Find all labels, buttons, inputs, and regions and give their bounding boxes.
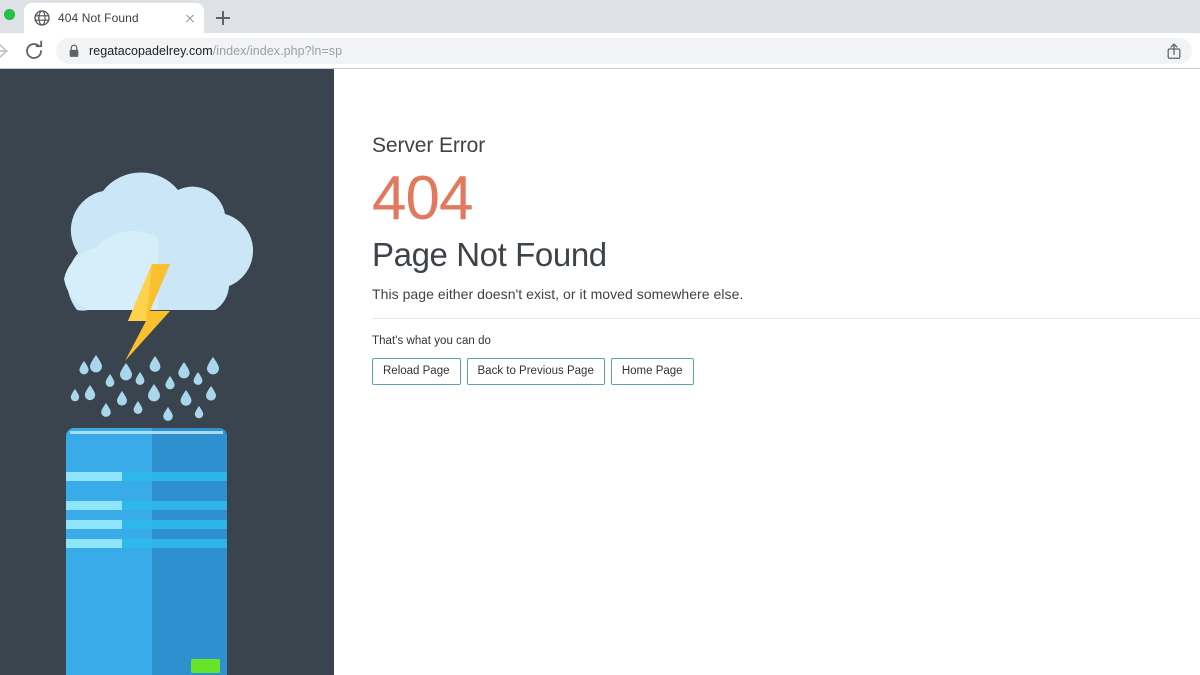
server-error-label: Server Error <box>372 134 486 157</box>
lock-icon <box>69 44 79 57</box>
browser-toolbar: regatacopadelrey.com/index/index.php?ln=… <box>0 33 1200 68</box>
reload-icon[interactable] <box>20 37 48 65</box>
server-tower <box>66 428 227 675</box>
back-to-previous-page-button[interactable]: Back to Previous Page <box>466 358 605 386</box>
page-title: Page Not Found <box>372 236 607 274</box>
reload-page-button[interactable]: Reload Page <box>372 358 461 386</box>
browser-chrome: 404 Not Found regatacopadelrey.com/index… <box>0 0 1200 69</box>
action-buttons: Reload Page Back to Previous Page Home P… <box>372 358 1200 386</box>
window-status-dot <box>4 9 15 20</box>
new-tab-button[interactable] <box>210 5 236 31</box>
error-description: This page either doesn't exist, or it mo… <box>372 286 744 303</box>
illustration-panel <box>0 69 334 675</box>
error-code: 404 <box>372 164 473 234</box>
actions-label: That's what you can do <box>372 335 492 348</box>
server-status-led <box>191 659 220 673</box>
error-content: Server Error 404 Page Not Found This pag… <box>334 69 1200 675</box>
divider <box>372 318 1200 320</box>
home-page-button[interactable]: Home Page <box>610 358 694 386</box>
browser-tab[interactable]: 404 Not Found <box>24 3 204 33</box>
address-bar[interactable]: regatacopadelrey.com/index/index.php?ln=… <box>56 37 1192 64</box>
storm-cloud-over-server-illustration <box>64 172 254 675</box>
globe-icon <box>34 10 50 26</box>
raindrops-group <box>70 355 219 421</box>
forward-arrow-icon[interactable] <box>0 37 18 65</box>
close-icon[interactable] <box>182 10 198 26</box>
page-body: Server Error 404 Page Not Found This pag… <box>0 69 1200 675</box>
url-text: regatacopadelrey.com/index/index.php?ln=… <box>89 43 343 58</box>
tab-title: 404 Not Found <box>58 11 139 25</box>
tab-strip: 404 Not Found <box>0 0 1200 33</box>
share-icon[interactable] <box>1166 42 1182 60</box>
